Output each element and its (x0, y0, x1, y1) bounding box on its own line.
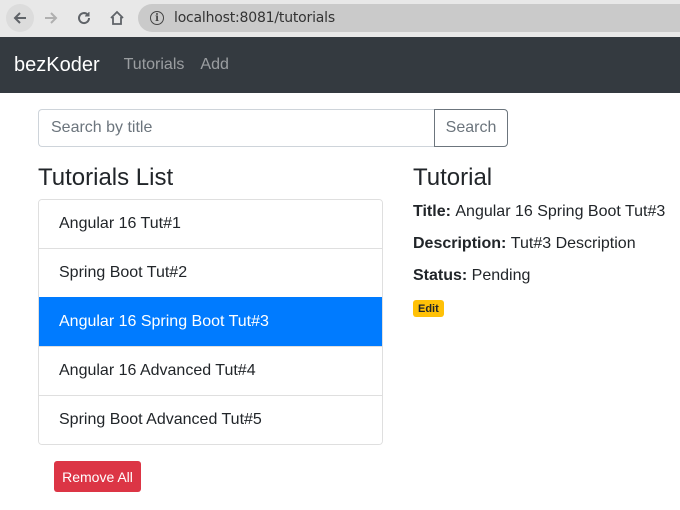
detail-title-row: Title: Angular 16 Spring Boot Tut#3 (413, 203, 665, 221)
tutorials-list-heading: Tutorials List (38, 164, 174, 191)
address-bar[interactable]: i localhost:8081/tutorials (138, 4, 680, 32)
search-group: Search (38, 109, 508, 147)
navbar: bezKoder Tutorials Add (0, 37, 680, 93)
detail-status-row: Status: Pending (413, 267, 530, 285)
reload-button[interactable] (70, 4, 98, 32)
title-value: Angular 16 Spring Boot Tut#3 (455, 203, 666, 220)
list-item[interactable]: Angular 16 Advanced Tut#4 (39, 346, 382, 395)
edit-button[interactable]: Edit (413, 300, 444, 317)
title-label: Title: (413, 203, 456, 220)
list-item-active[interactable]: Angular 16 Spring Boot Tut#3 (39, 297, 382, 346)
search-button[interactable]: Search (434, 109, 508, 147)
nav-link-tutorials[interactable]: Tutorials (124, 56, 185, 74)
status-value: Pending (471, 267, 531, 284)
tutorials-list: Angular 16 Tut#1 Spring Boot Tut#2 Angul… (38, 199, 383, 445)
description-label: Description: (413, 235, 511, 252)
browser-toolbar: i localhost:8081/tutorials (0, 0, 680, 37)
list-item[interactable]: Angular 16 Tut#1 (39, 200, 382, 248)
status-label: Status: (413, 267, 472, 284)
home-icon (110, 10, 124, 25)
detail-description-row: Description: Tut#3 Description (413, 235, 636, 253)
info-icon[interactable]: i (150, 11, 164, 25)
search-input[interactable] (38, 109, 434, 147)
reload-icon (78, 12, 91, 25)
home-button[interactable] (103, 4, 131, 32)
list-item[interactable]: Spring Boot Tut#2 (39, 248, 382, 297)
list-item[interactable]: Spring Boot Advanced Tut#5 (39, 395, 382, 444)
tutorial-detail-heading: Tutorial (413, 164, 493, 191)
nav-link-add[interactable]: Add (200, 56, 228, 74)
url-text: localhost:8081/tutorials (174, 10, 335, 26)
description-value: Tut#3 Description (510, 235, 636, 252)
arrow-right-icon (45, 12, 58, 24)
forward-button[interactable] (37, 4, 65, 32)
back-button[interactable] (6, 4, 34, 32)
arrow-left-icon (13, 12, 26, 24)
remove-all-button[interactable]: Remove All (54, 461, 141, 492)
brand-link[interactable]: bezKoder (14, 54, 100, 77)
